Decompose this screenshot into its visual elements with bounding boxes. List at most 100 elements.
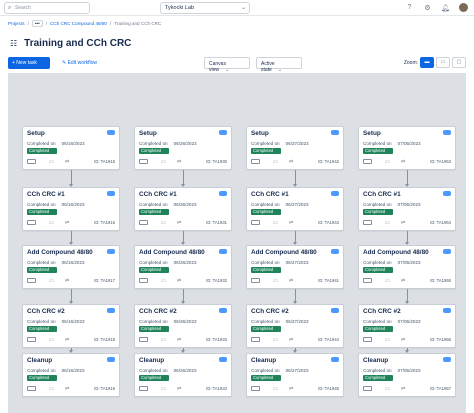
comment-icon[interactable]: ▭ xyxy=(49,386,54,392)
comments-icon[interactable] xyxy=(443,189,452,196)
assignee-icon[interactable] xyxy=(363,159,372,164)
assignee-icon[interactable] xyxy=(27,159,36,164)
comments-icon[interactable] xyxy=(219,128,228,135)
comment-icon[interactable]: ▭ xyxy=(49,337,54,343)
link-icon[interactable]: ⇄ xyxy=(65,220,69,226)
link-icon[interactable]: ⇄ xyxy=(177,220,181,226)
link-icon[interactable]: ⇄ xyxy=(177,337,181,343)
link-icon[interactable]: ⇄ xyxy=(289,159,293,165)
task-card[interactable]: CCh CRC #1 Completed on 06/16/2023 Complete… xyxy=(22,187,120,231)
comment-icon[interactable]: ▭ xyxy=(161,159,166,165)
task-card[interactable]: Add Compound 48/80 Completed on 07/05/2023… xyxy=(358,245,456,289)
task-card[interactable]: CCh CRC #1 Completed on 06/26/2023 Complete… xyxy=(134,187,232,231)
comment-icon[interactable]: ▭ xyxy=(385,386,390,392)
assignee-icon[interactable] xyxy=(139,159,148,164)
link-icon[interactable]: ⇄ xyxy=(401,337,405,343)
comment-icon[interactable]: ▭ xyxy=(49,220,54,226)
comment-icon[interactable]: ▭ xyxy=(161,337,166,343)
task-card[interactable]: CCh CRC #1 Completed on 06/27/2023 Complete… xyxy=(246,187,344,231)
assignee-icon[interactable] xyxy=(139,337,148,342)
assignee-icon[interactable] xyxy=(27,386,36,391)
link-icon[interactable]: ⇄ xyxy=(289,278,293,284)
task-card[interactable]: Cleanup Completed on 07/05/2023 Completed ▭ ⇄… xyxy=(358,353,456,397)
canvas-view-dropdown[interactable]: Canvas view ⌄ xyxy=(204,57,250,73)
link-icon[interactable]: ⇄ xyxy=(65,337,69,343)
zoom-large-button[interactable]: ▢ xyxy=(452,57,466,68)
comments-icon[interactable] xyxy=(443,128,452,135)
comments-icon[interactable] xyxy=(219,355,228,362)
assignee-icon[interactable] xyxy=(27,337,36,342)
comments-icon[interactable] xyxy=(219,189,228,196)
task-card[interactable]: Add Compound 48/80 Completed on 06/27/2023… xyxy=(246,245,344,289)
task-card[interactable]: Add Compound 48/80 Completed on 06/16/2023… xyxy=(22,245,120,289)
link-icon[interactable]: ⇄ xyxy=(65,386,69,392)
link-icon[interactable]: ⇄ xyxy=(177,159,181,165)
assignee-icon[interactable] xyxy=(139,278,148,283)
link-icon[interactable]: ⇄ xyxy=(289,386,293,392)
comments-icon[interactable] xyxy=(219,247,228,254)
comment-icon[interactable]: ▭ xyxy=(161,220,166,226)
task-card[interactable]: CCh CRC #1 Completed on 07/05/2023 Complete… xyxy=(358,187,456,231)
comment-icon[interactable]: ▭ xyxy=(161,278,166,284)
breadcrumb-projects[interactable]: Projects xyxy=(8,21,25,26)
task-card[interactable]: CCh CRC #2 Completed on 06/27/2023 Complete… xyxy=(246,304,344,348)
task-card[interactable]: Add Compound 48/80 Completed on 06/26/2023… xyxy=(134,245,232,289)
comments-icon[interactable] xyxy=(331,189,340,196)
comments-icon[interactable] xyxy=(331,128,340,135)
assignee-icon[interactable] xyxy=(363,220,372,225)
link-icon[interactable]: ⇄ xyxy=(401,220,405,226)
workspace-selector[interactable]: Tykocki Lab ⌄ xyxy=(160,2,250,14)
task-card[interactable]: Setup Completed on 06/16/2023 Completed ▭ ⇄ ID… xyxy=(22,126,120,170)
comments-icon[interactable] xyxy=(107,355,116,362)
zoom-small-button[interactable]: ▬ xyxy=(420,57,434,68)
link-icon[interactable]: ⇄ xyxy=(401,278,405,284)
link-icon[interactable]: ⇄ xyxy=(177,278,181,284)
comments-icon[interactable] xyxy=(107,128,116,135)
link-icon[interactable]: ⇄ xyxy=(65,159,69,165)
task-card[interactable]: CCh CRC #2 Completed on 06/26/2023 Complete… xyxy=(134,304,232,348)
comments-icon[interactable] xyxy=(443,355,452,362)
comments-icon[interactable] xyxy=(107,189,116,196)
comment-icon[interactable]: ▭ xyxy=(49,278,54,284)
task-card[interactable]: Setup Completed on 06/27/2023 Completed ▭ ⇄ ID… xyxy=(246,126,344,170)
task-card[interactable]: Setup Completed on 07/05/2023 Completed ▭ ⇄ ID… xyxy=(358,126,456,170)
assignee-icon[interactable] xyxy=(139,386,148,391)
link-icon[interactable]: ⇄ xyxy=(289,220,293,226)
assignee-icon[interactable] xyxy=(251,386,260,391)
comments-icon[interactable] xyxy=(331,247,340,254)
task-card[interactable]: Cleanup Completed on 06/16/2023 Completed ▭ ⇄… xyxy=(22,353,120,397)
assignee-icon[interactable] xyxy=(251,278,260,283)
edit-workflow-button[interactable]: ✎ Edit workflow xyxy=(60,57,99,69)
task-card[interactable]: Cleanup Completed on 06/26/2023 Completed ▭ ⇄… xyxy=(134,353,232,397)
bell-icon[interactable]: 🔔︎ xyxy=(441,4,450,12)
comment-icon[interactable]: ▭ xyxy=(385,278,390,284)
assignee-icon[interactable] xyxy=(139,220,148,225)
task-card[interactable]: Cleanup Completed on 06/27/2023 Completed ▭ ⇄… xyxy=(246,353,344,397)
comment-icon[interactable]: ▭ xyxy=(49,159,54,165)
zoom-medium-button[interactable]: ▭ xyxy=(436,57,450,68)
assignee-icon[interactable] xyxy=(251,220,260,225)
comment-icon[interactable]: ▭ xyxy=(273,159,278,165)
assignee-icon[interactable] xyxy=(251,337,260,342)
active-state-dropdown[interactable]: Active state ⌄ xyxy=(256,57,302,73)
assignee-icon[interactable] xyxy=(27,220,36,225)
assignee-icon[interactable] xyxy=(363,278,372,283)
link-icon[interactable]: ⇄ xyxy=(401,159,405,165)
breadcrumb-more-button[interactable]: ••• xyxy=(31,20,43,27)
link-icon[interactable]: ⇄ xyxy=(401,386,405,392)
comments-icon[interactable] xyxy=(443,306,452,313)
comment-icon[interactable]: ▭ xyxy=(273,278,278,284)
assignee-icon[interactable] xyxy=(251,159,260,164)
link-icon[interactable]: ⇄ xyxy=(177,386,181,392)
assignee-icon[interactable] xyxy=(363,337,372,342)
assignee-icon[interactable] xyxy=(363,386,372,391)
comments-icon[interactable] xyxy=(219,306,228,313)
comments-icon[interactable] xyxy=(107,247,116,254)
comment-icon[interactable]: ▭ xyxy=(161,386,166,392)
comments-icon[interactable] xyxy=(107,306,116,313)
task-card[interactable]: CCh CRC #2 Completed on 07/05/2023 Complete… xyxy=(358,304,456,348)
comment-icon[interactable]: ▭ xyxy=(385,220,390,226)
new-task-button[interactable]: + New task xyxy=(8,57,50,69)
comments-icon[interactable] xyxy=(331,306,340,313)
assignee-icon[interactable] xyxy=(27,278,36,283)
